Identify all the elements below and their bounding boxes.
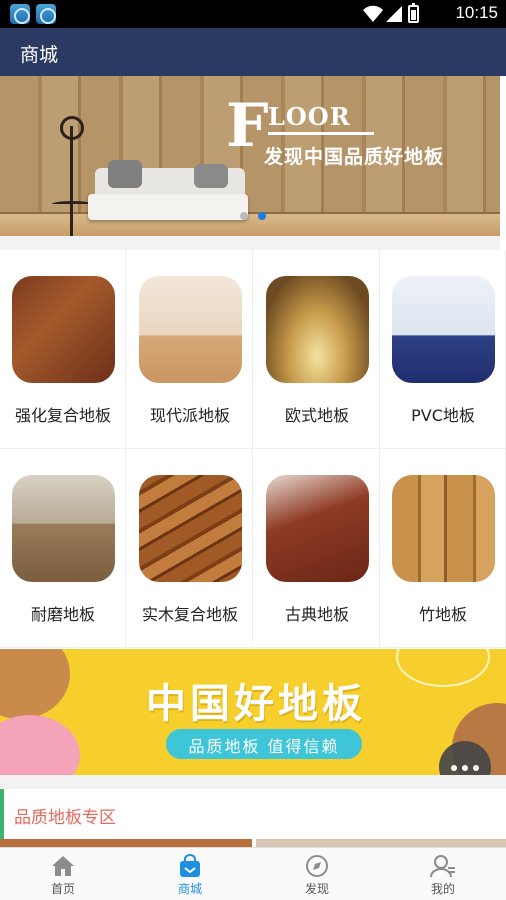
wood-planks-photo xyxy=(139,475,242,582)
nav-home[interactable]: 首页 xyxy=(0,848,126,900)
user-icon xyxy=(430,855,455,878)
category-label: 强化复合地板 xyxy=(14,406,111,425)
more-dots-icon xyxy=(462,765,468,771)
category-item[interactable]: 欧式地板 xyxy=(254,250,380,449)
banner-subtitle: 发现中国品质好地板 xyxy=(264,146,445,168)
promo-title: 中国好地板 xyxy=(146,681,366,727)
notification-app-icon xyxy=(10,4,30,24)
bamboo-floor-photo xyxy=(392,475,495,582)
category-label: 耐磨地板 xyxy=(30,605,95,624)
status-icons xyxy=(362,3,432,23)
category-label: 实木复合地板 xyxy=(141,605,238,624)
laminate-floor-photo xyxy=(12,276,115,383)
product-card-peek[interactable] xyxy=(256,839,506,847)
banner-floor xyxy=(0,212,500,236)
nav-discover[interactable]: 发现 xyxy=(254,848,380,900)
category-label: 竹地板 xyxy=(418,605,467,624)
carousel-dot-active[interactable] xyxy=(258,212,266,220)
floor-lamp xyxy=(70,126,73,236)
promo-ring xyxy=(396,649,490,687)
category-item[interactable]: 耐磨地板 xyxy=(0,449,126,648)
category-grid: 强化复合地板 现代派地板 欧式地板 PVC地板 耐磨地板 实木复合地板 古典地板… xyxy=(0,250,506,648)
banner-carousel[interactable]: F LOOR 发现中国品质好地板 xyxy=(0,76,500,236)
shop-bag-icon xyxy=(180,854,200,877)
page-title: 商城 xyxy=(20,44,59,66)
sofa-seat xyxy=(88,194,248,220)
nav-label: 首页 xyxy=(50,882,75,896)
floor-lamp-shade xyxy=(60,116,84,140)
category-item[interactable]: 实木复合地板 xyxy=(127,449,253,648)
floor-lamp-base xyxy=(52,201,92,207)
status-bar: 10:15 xyxy=(0,0,506,28)
carousel-dot[interactable] xyxy=(240,212,248,220)
nav-shop[interactable]: 商城 xyxy=(127,848,253,900)
nav-profile[interactable]: 我的 xyxy=(380,848,506,900)
nav-label: 我的 xyxy=(430,882,455,896)
category-label: 欧式地板 xyxy=(284,406,349,425)
product-card-peek[interactable] xyxy=(0,839,252,847)
promo-pink-shape xyxy=(0,715,80,775)
category-item[interactable]: 强化复合地板 xyxy=(0,250,126,449)
banner-brand-initial: F xyxy=(226,91,269,161)
clock: 10:15 xyxy=(455,3,498,22)
sofa-pillow xyxy=(194,164,228,188)
pvc-corridor-photo xyxy=(392,276,495,383)
european-hall-photo xyxy=(266,276,369,383)
modern-room-photo xyxy=(139,276,242,383)
nav-label: 商城 xyxy=(177,882,202,896)
promo-wood-circle xyxy=(0,649,70,719)
compass-icon xyxy=(306,855,328,877)
wifi-icon xyxy=(363,5,383,22)
nav-label: 发现 xyxy=(304,882,329,896)
classic-floor-photo xyxy=(266,475,369,582)
promo-subtitle: 品质地板 值得信赖 xyxy=(188,737,340,756)
banner-brand-rest: LOOR xyxy=(268,102,351,131)
more-dots-icon xyxy=(451,765,457,771)
more-dots-icon xyxy=(473,765,479,771)
section-spacer xyxy=(0,775,506,789)
section-spacer xyxy=(0,236,500,250)
bottom-nav: 首页 商城 发现 我的 xyxy=(0,847,506,900)
cell-signal-icon xyxy=(386,6,402,22)
category-label: 现代派地板 xyxy=(149,406,230,425)
promo-tagline-pill: 品质地板 值得信赖 xyxy=(166,729,362,759)
living-room-photo xyxy=(12,475,115,582)
promo-banner[interactable]: 中国好地板 品质地板 值得信赖 xyxy=(0,649,506,775)
section-title: 品质地板专区 xyxy=(14,808,116,828)
app-bar: 商城 xyxy=(0,28,506,76)
notification-app-icon xyxy=(36,4,56,24)
category-item[interactable]: PVC地板 xyxy=(380,250,506,449)
section-header: 品质地板专区 xyxy=(0,789,506,839)
sofa-pillow xyxy=(108,160,142,188)
banner-divider xyxy=(268,132,374,135)
category-item[interactable]: 竹地板 xyxy=(380,449,506,648)
battery-icon xyxy=(408,3,419,23)
category-label: PVC地板 xyxy=(411,406,475,425)
home-icon xyxy=(52,856,74,876)
category-item[interactable]: 现代派地板 xyxy=(127,250,253,449)
category-label: 古典地板 xyxy=(284,605,349,624)
category-item[interactable]: 古典地板 xyxy=(254,449,380,648)
